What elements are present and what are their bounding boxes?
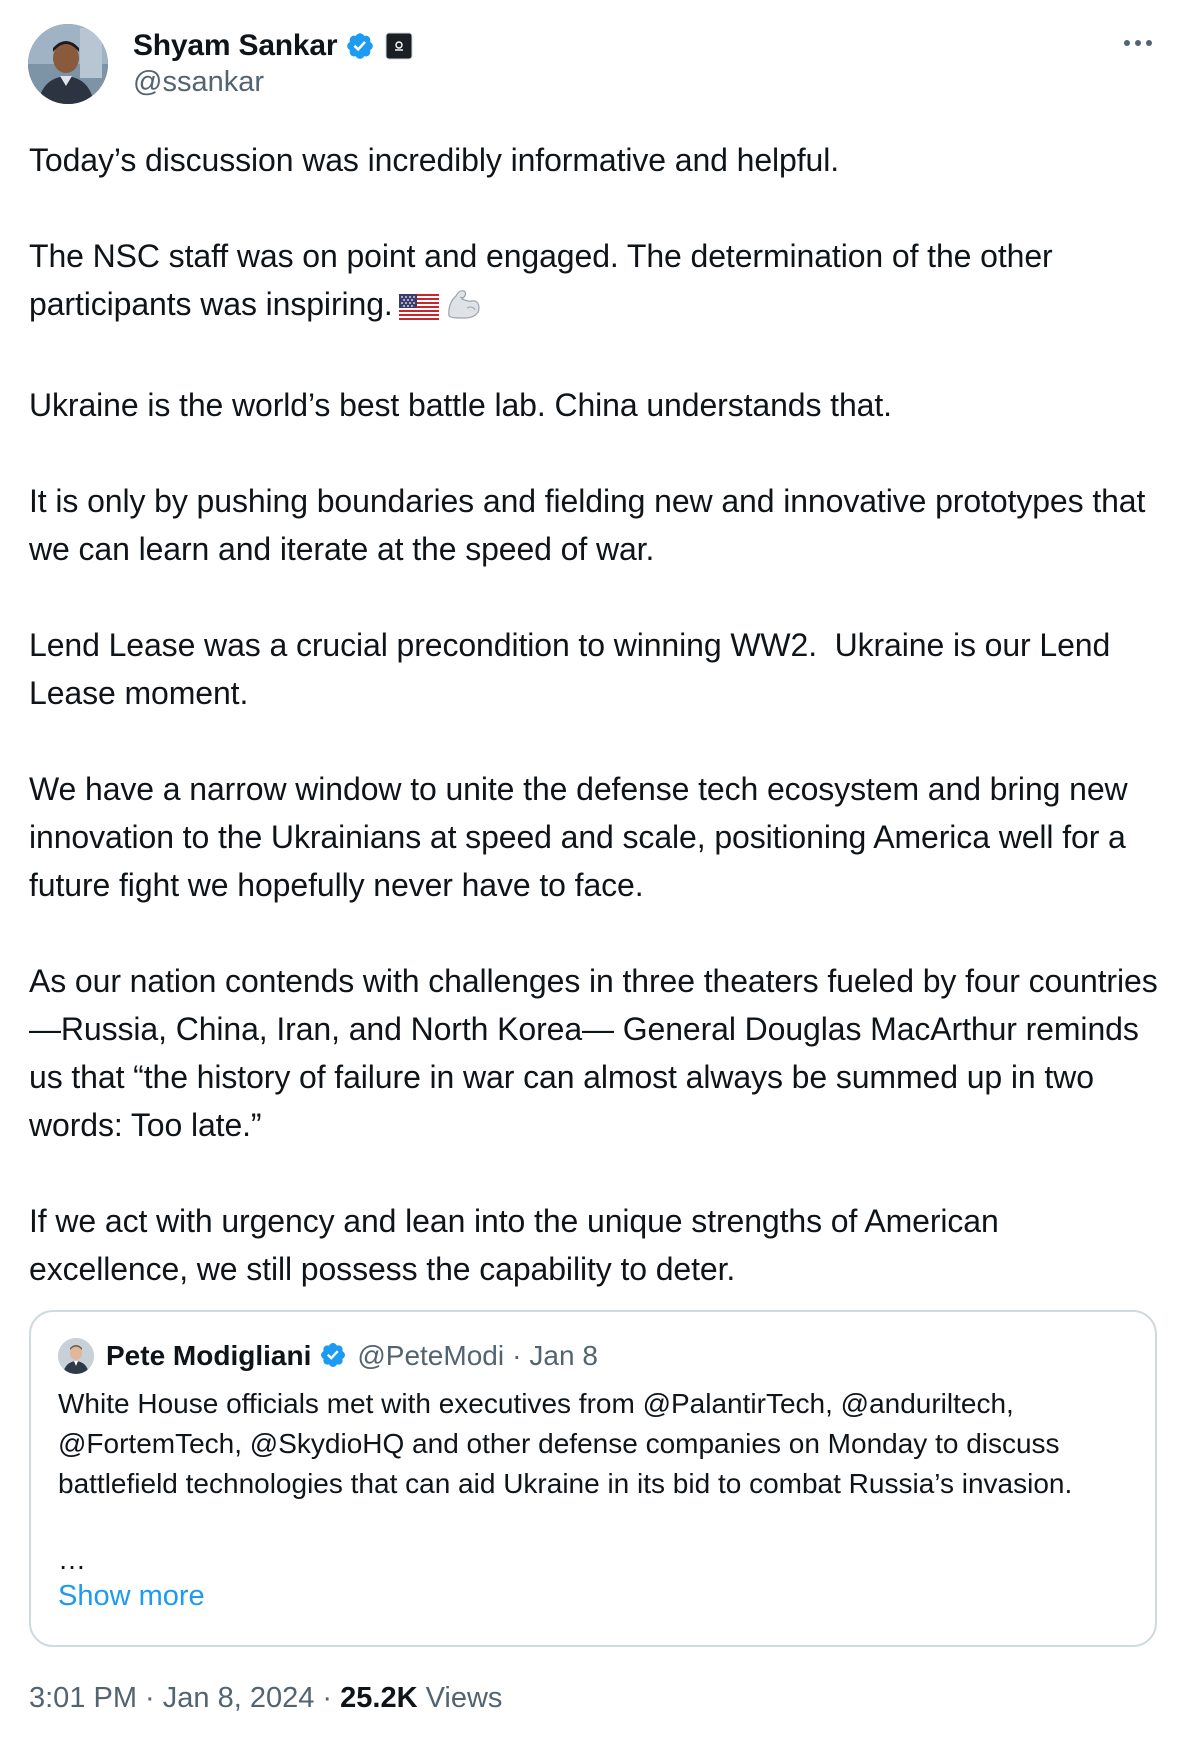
tweet-paragraph: As our nation contends with challenges i…: [29, 963, 1167, 1143]
tweet-time[interactable]: 3:01 PM: [29, 1682, 137, 1715]
separator-dot: ·: [512, 1340, 522, 1371]
quoted-tweet-text: White House officials met with executive…: [58, 1388, 1073, 1499]
quoted-author-avatar[interactable]: [58, 1338, 94, 1374]
quoted-author-handle[interactable]: @PeteModi: [357, 1340, 504, 1372]
flexed-biceps-emoji: [445, 285, 481, 333]
tweet-body: Today’s discussion was incredibly inform…: [29, 136, 1164, 1293]
tweet-paragraph: Today’s discussion was incredibly inform…: [29, 142, 840, 178]
tweet-paragraph: It is only by pushing boundaries and fie…: [29, 483, 1155, 567]
author-avatar[interactable]: [28, 24, 108, 104]
views-label: Views: [417, 1682, 503, 1714]
show-more-link[interactable]: Show more: [58, 1580, 205, 1613]
views-count: 25.2K: [340, 1682, 418, 1714]
tweet-paragraph: Ukraine is the world’s best battle lab. …: [29, 387, 892, 423]
tweet-paragraph: If we act with urgency and lean into the…: [29, 1203, 1008, 1287]
quoted-tweet-date[interactable]: Jan 8: [529, 1340, 598, 1372]
quoted-tweet-card[interactable]: Pete Modigliani @PeteModi · Jan 8 White …: [29, 1310, 1157, 1647]
author-display-name[interactable]: Shyam Sankar: [133, 29, 338, 63]
verified-badge-icon: [319, 1341, 349, 1371]
tweet-paragraph: We have a narrow window to unite the def…: [29, 771, 1137, 903]
tweet-meta: 3:01 PM · Jan 8, 2024 · 25.2K Views: [29, 1682, 502, 1715]
tweet-paragraph: The NSC staff was on point and engaged. …: [29, 232, 1164, 333]
tweet-container: Shyam Sankar @ssankar Today’s discussion…: [0, 0, 1190, 1748]
separator-dot: ·: [314, 1682, 341, 1714]
quoted-tweet-header: Pete Modigliani @PeteModi · Jan 8: [58, 1336, 598, 1376]
affiliate-badge-icon[interactable]: [385, 32, 413, 60]
tweet-paragraph: Lend Lease was a crucial precondition to…: [29, 627, 1119, 711]
author-handle[interactable]: @ssankar: [133, 66, 264, 99]
tweet-date[interactable]: Jan 8, 2024: [163, 1682, 315, 1715]
separator-dot: ·: [137, 1682, 163, 1714]
quoted-author-name[interactable]: Pete Modigliani: [106, 1340, 311, 1372]
us-flag-emoji: [398, 285, 439, 333]
more-options-icon[interactable]: [1118, 28, 1158, 58]
quoted-tweet-ellipsis: …: [58, 1544, 86, 1575]
verified-badge-icon[interactable]: [345, 31, 375, 61]
author-name-row: Shyam Sankar: [133, 26, 413, 66]
tweet-paragraph-text: The NSC staff was on point and engaged. …: [29, 238, 1062, 322]
